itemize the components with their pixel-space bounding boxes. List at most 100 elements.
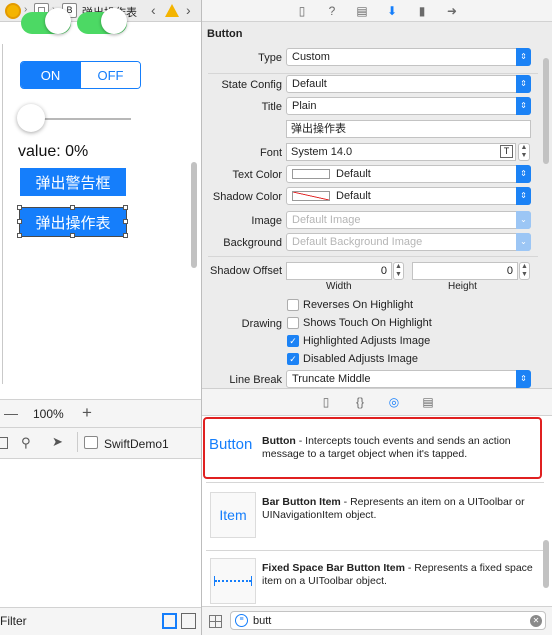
location-arrow-icon[interactable]: ➤ <box>52 434 63 450</box>
inspector-tabs: ▯ ? ▤ ⬇ ▮ ➜ <box>202 0 552 22</box>
panel-icon[interactable] <box>0 437 8 449</box>
title-text-field[interactable]: 弹出操作表 <box>286 120 531 138</box>
shadow-offset-label: Shadow Offset <box>210 265 282 277</box>
background-combo[interactable]: Default Background Image ⌄ <box>286 233 531 251</box>
forward-arrow-icon[interactable]: › <box>186 2 191 18</box>
text-color-popup[interactable]: Default ⇕ <box>286 165 531 183</box>
list-item[interactable]: Item Bar Button Item - Represents an ite… <box>206 486 544 546</box>
type-popup[interactable]: Custom ⇕ <box>286 48 531 66</box>
resize-handle[interactable] <box>123 233 128 238</box>
separator <box>77 432 78 452</box>
media-library-icon[interactable]: ▤ <box>420 394 436 410</box>
separator <box>208 73 538 74</box>
text-color-value: Default <box>336 168 371 180</box>
fixed-space-thumbnail <box>210 558 256 604</box>
font-field[interactable]: System 14.0 T <box>286 143 516 161</box>
chevron-updown-icon: ⇕ <box>516 97 531 115</box>
height-caption: Height <box>448 281 477 292</box>
resize-handle[interactable] <box>17 205 22 210</box>
file-template-icon[interactable]: ▯ <box>318 394 334 410</box>
highlighted-adjusts-label[interactable]: Highlighted Adjusts Image <box>303 335 430 347</box>
image-label: Image <box>251 215 282 227</box>
inspector-scrollbar[interactable] <box>543 58 549 164</box>
debug-bar: ⚲ ➤ SwiftDemo1 <box>0 428 201 459</box>
connections-inspector-icon[interactable]: ➜ <box>444 3 460 19</box>
background-placeholder: Default Background Image <box>292 236 423 248</box>
item-description: Bar Button Item - Represents an item on … <box>262 496 538 522</box>
section-title: Button <box>207 28 243 40</box>
library-filter-bar: ≡ butt ✕ <box>202 606 552 635</box>
resize-handle[interactable] <box>70 205 75 210</box>
filter-input[interactable]: Filter <box>0 614 150 628</box>
shadow-width-field[interactable]: 0 <box>286 262 392 280</box>
switch-1[interactable] <box>21 8 71 34</box>
state-config-popup[interactable]: Default ⇕ <box>286 75 531 93</box>
reverses-label[interactable]: Reverses On Highlight <box>303 299 413 311</box>
font-picker-icon[interactable]: T <box>500 145 513 158</box>
segmented-control[interactable]: ON OFF <box>20 61 141 89</box>
clear-search-icon[interactable]: ✕ <box>530 615 542 627</box>
title-popup[interactable]: Plain ⇕ <box>286 97 531 115</box>
disabled-adjusts-checkbox[interactable]: ✓ <box>287 353 299 365</box>
resize-handle[interactable] <box>123 205 128 210</box>
font-value: System 14.0 <box>291 146 353 158</box>
separator <box>206 482 544 483</box>
filter-icon[interactable]: ≡ <box>235 614 248 627</box>
zoom-out-button[interactable]: — <box>4 405 18 421</box>
back-arrow-icon[interactable]: ‹ <box>151 2 156 18</box>
list-item[interactable]: Fixed Space Bar Button Item - Represents… <box>206 552 544 606</box>
scene-icon[interactable] <box>5 3 21 19</box>
resize-handle[interactable] <box>17 233 22 238</box>
identity-inspector-icon[interactable]: ▤ <box>354 3 370 19</box>
slider-thumb[interactable] <box>17 104 45 132</box>
help-icon[interactable]: ? <box>324 3 340 19</box>
connections-icon[interactable]: ⚲ <box>21 435 31 451</box>
outline-toggle-icon[interactable] <box>162 613 177 629</box>
scheme-name[interactable]: SwiftDemo1 <box>104 437 169 451</box>
line-break-label: Line Break <box>229 374 282 386</box>
line-break-popup[interactable]: Truncate Middle ⇕ <box>286 370 531 388</box>
size-inspector-icon[interactable]: ▮ <box>414 3 430 19</box>
attributes-inspector-icon[interactable]: ⬇ <box>384 3 400 19</box>
shows-touch-label[interactable]: Shows Touch On Highlight <box>303 317 432 329</box>
item-title: Bar Button Item <box>262 496 341 508</box>
chevron-updown-icon: ⇕ <box>516 48 531 66</box>
width-stepper[interactable]: ▲ ▼ <box>393 262 404 280</box>
highlighted-adjusts-checkbox[interactable]: ✓ <box>287 335 299 347</box>
resize-handle[interactable] <box>17 219 22 224</box>
type-label: Type <box>258 52 282 64</box>
document-toggle-icon[interactable] <box>181 613 196 629</box>
zoom-in-button[interactable]: + <box>82 403 92 423</box>
item-title: Fixed Space Bar Button Item <box>262 562 405 574</box>
shadow-color-value: Default <box>336 190 371 202</box>
resize-handle[interactable] <box>123 219 128 224</box>
switch-2[interactable] <box>77 8 127 34</box>
separator <box>208 256 538 257</box>
reverses-checkbox[interactable] <box>287 299 299 311</box>
alert-button[interactable]: 弹出警告框 <box>20 168 126 196</box>
value-label: value: 0% <box>18 143 89 160</box>
code-snippet-icon[interactable]: {} <box>352 394 368 410</box>
chevron-updown-icon: ⇕ <box>516 187 531 205</box>
canvas-scrollbar[interactable] <box>191 162 197 268</box>
line-break-value: Truncate Middle <box>292 373 371 385</box>
warning-icon[interactable] <box>165 4 179 17</box>
height-stepper[interactable]: ▲ ▼ <box>519 262 530 280</box>
image-combo[interactable]: Default Image ⌄ <box>286 211 531 229</box>
shadow-height-field[interactable]: 0 <box>412 262 518 280</box>
grid-view-icon[interactable] <box>209 615 222 628</box>
shadow-color-popup[interactable]: Default ⇕ <box>286 187 531 205</box>
segment-on[interactable]: ON <box>21 62 80 88</box>
library-scrollbar[interactable] <box>543 540 549 588</box>
segment-off[interactable]: OFF <box>80 62 140 88</box>
library-search-input[interactable]: ≡ butt ✕ <box>230 611 546 630</box>
font-stepper[interactable]: ▲ ▼ <box>518 143 530 161</box>
object-library-icon[interactable]: ◎ <box>386 394 402 410</box>
item-description: Fixed Space Bar Button Item - Represents… <box>262 562 538 588</box>
file-inspector-icon[interactable]: ▯ <box>294 3 310 19</box>
shows-touch-checkbox[interactable] <box>287 317 299 329</box>
action-sheet-button[interactable]: 弹出操作表 <box>19 207 127 237</box>
chevron-down-icon: ⌄ <box>516 233 531 251</box>
resize-handle[interactable] <box>70 233 75 238</box>
disabled-adjusts-label[interactable]: Disabled Adjusts Image <box>303 353 418 365</box>
